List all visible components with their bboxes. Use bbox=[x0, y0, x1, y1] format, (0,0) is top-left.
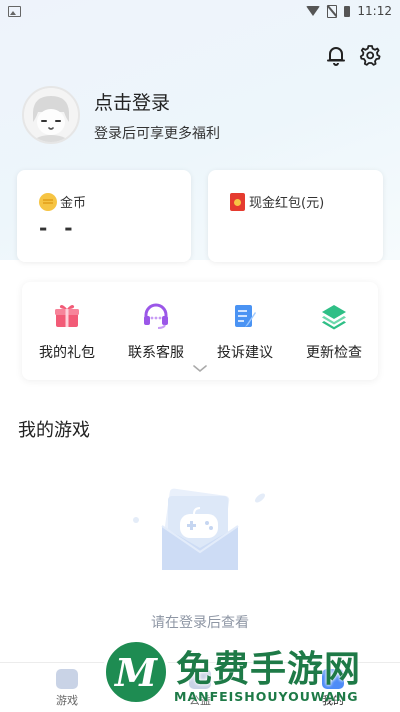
quick-menu: 我的礼包 联系客服 投诉建议 更新检查 bbox=[22, 282, 378, 380]
status-bar: 11:12 bbox=[0, 0, 400, 22]
image-notification-icon bbox=[8, 5, 21, 17]
menu-label-gifts: 我的礼包 bbox=[39, 345, 95, 361]
coins-card[interactable]: 金币 - - bbox=[17, 170, 191, 262]
empty-games-illustration bbox=[133, 488, 265, 570]
watermark-subtitle: MANFEISHOUYOUWANG bbox=[174, 689, 359, 704]
menu-item-update[interactable]: 更新检查 bbox=[289, 302, 379, 362]
watermark-logo-letter: M bbox=[114, 649, 158, 695]
menu-item-feedback[interactable]: 投诉建议 bbox=[200, 302, 290, 362]
chevron-down-icon[interactable] bbox=[193, 365, 207, 373]
cash-label: 现金红包(元) bbox=[249, 196, 325, 211]
top-actions bbox=[324, 43, 382, 67]
login-subtitle: 登录后可享更多福利 bbox=[94, 125, 220, 142]
red-envelope-icon bbox=[230, 192, 245, 211]
bell-icon bbox=[327, 47, 345, 66]
coins-label: 金币 bbox=[60, 196, 87, 211]
menu-item-gifts[interactable]: 我的礼包 bbox=[22, 302, 112, 362]
my-games-title: 我的游戏 bbox=[18, 420, 90, 441]
menu-item-support[interactable]: 联系客服 bbox=[111, 302, 201, 362]
status-time: 11:12 bbox=[357, 4, 392, 18]
avatar[interactable] bbox=[22, 86, 80, 144]
menu-label-update: 更新检查 bbox=[306, 345, 362, 361]
login-title[interactable]: 点击登录 bbox=[94, 88, 220, 115]
gamepad-icon bbox=[56, 669, 78, 689]
watermark: M 免费手游网 MANFEISHOUYOUWANG bbox=[100, 636, 400, 711]
watermark-title: 免费手游网 bbox=[176, 649, 362, 690]
feedback-icon bbox=[235, 305, 256, 327]
coin-icon bbox=[39, 192, 57, 211]
gear-icon bbox=[359, 45, 381, 66]
tab-games[interactable]: 游戏 bbox=[27, 669, 107, 708]
wifi-icon bbox=[306, 6, 321, 16]
settings-button[interactable] bbox=[358, 43, 382, 67]
default-avatar-icon bbox=[24, 88, 78, 142]
menu-label-support: 联系客服 bbox=[128, 345, 184, 361]
watermark-logo: M bbox=[103, 639, 169, 705]
coins-value: - - bbox=[39, 216, 78, 240]
login-prompt[interactable]: 点击登录 登录后可享更多福利 bbox=[22, 86, 220, 144]
cash-card[interactable]: 现金红包(元) bbox=[208, 170, 383, 262]
tab-games-label: 游戏 bbox=[56, 694, 78, 707]
empty-games-text: 请在登录后查看 bbox=[151, 615, 249, 631]
notifications-button[interactable] bbox=[324, 43, 348, 67]
headset-icon bbox=[144, 303, 168, 329]
layers-icon bbox=[322, 305, 346, 330]
battery-icon bbox=[344, 5, 351, 17]
no-sim-icon bbox=[327, 4, 338, 18]
menu-label-feedback: 投诉建议 bbox=[217, 345, 273, 361]
gift-icon bbox=[55, 305, 79, 327]
